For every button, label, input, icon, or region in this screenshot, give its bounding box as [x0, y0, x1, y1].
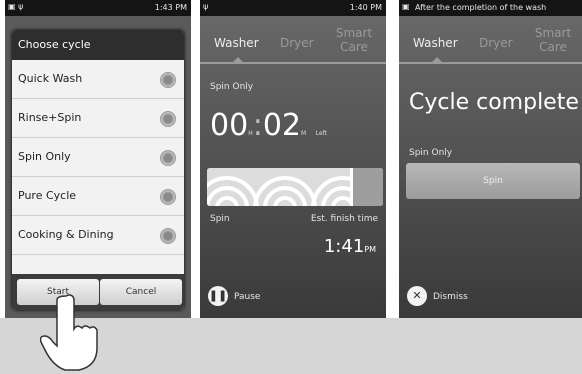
pause-icon[interactable]: ❚❚ — [208, 286, 228, 306]
notification-bar: ▣ After the completion of the wash — [399, 0, 582, 16]
radio-icon[interactable] — [160, 111, 176, 127]
finish-time-value: 1:41 — [323, 236, 365, 257]
tab-underline — [200, 62, 386, 64]
swirl-pattern-icon — [207, 168, 383, 206]
choose-cycle-screen: ▣ ψ 1:43 PM Choose cycle Quick Wash Rins… — [5, 0, 191, 318]
cycle-progress-bar — [207, 168, 383, 206]
tab-bar: Washer Dryer Smart Care — [399, 16, 582, 62]
status-time: 1:43 PM — [154, 3, 187, 12]
option-label: Pure Cycle — [18, 189, 77, 202]
tab-bar: Washer Dryer Smart Care — [200, 16, 386, 62]
cycle-name: Spin Only — [210, 82, 254, 92]
option-quick-wash[interactable]: Quick Wash — [12, 60, 184, 99]
minutes-unit: M — [301, 130, 307, 137]
cycle-name: Spin Only — [409, 148, 453, 158]
status-icons-left: ψ — [203, 2, 209, 11]
cycle-complete-screen: ▣ After the completion of the wash Washe… — [399, 0, 582, 318]
option-label: Rinse+Spin — [18, 111, 82, 124]
option-label: Cooking & Dining — [18, 228, 114, 241]
stage-label: Spin — [210, 214, 230, 224]
option-pure-cycle[interactable]: Pure Cycle — [12, 177, 184, 216]
tab-indicator — [232, 57, 244, 63]
notification-icon: ▣ — [402, 2, 410, 11]
pause-label[interactable]: Pause — [234, 292, 260, 302]
time-remaining: 00H:02M Left — [210, 108, 328, 143]
time-left-label: Left — [315, 130, 328, 137]
tab-underline — [399, 62, 582, 64]
tab-indicator — [431, 57, 443, 63]
status-bar: ψ 1:40 PM — [200, 0, 386, 16]
status-icons-left: ▣ ψ — [8, 2, 24, 11]
washer-running-screen: ψ 1:40 PM Washer Dryer Smart Care Spin O… — [200, 0, 386, 318]
option-label: Quick Wash — [18, 72, 83, 85]
tab-washer[interactable]: Washer — [214, 36, 259, 50]
tab-smart-care[interactable]: Smart Care — [334, 26, 374, 54]
dismiss-label[interactable]: Dismiss — [433, 292, 468, 302]
radio-icon[interactable] — [160, 72, 176, 88]
tab-smart-care[interactable]: Smart Care — [533, 26, 573, 54]
option-spin-only[interactable]: Spin Only — [12, 138, 184, 177]
option-rinse-spin[interactable]: Rinse+Spin — [12, 99, 184, 138]
cancel-button[interactable]: Cancel — [100, 279, 182, 305]
status-bar: ▣ ψ 1:43 PM — [5, 0, 191, 16]
status-time: 1:40 PM — [349, 3, 382, 12]
radio-icon[interactable] — [160, 189, 176, 205]
radio-icon[interactable] — [160, 228, 176, 244]
finish-ampm: PM — [364, 245, 376, 254]
est-finish-label: Est. finish time — [310, 214, 378, 224]
dismiss-icon[interactable]: ✕ — [407, 286, 427, 306]
notification-text: After the completion of the wash — [415, 3, 547, 12]
hours-value: 00 — [210, 108, 249, 143]
completed-stage-bar: Spin — [406, 163, 580, 199]
hand-pointer-icon — [40, 294, 98, 371]
finish-time: 1:41PM — [324, 236, 376, 257]
option-label: Spin Only — [18, 150, 71, 163]
radio-icon[interactable] — [160, 150, 176, 166]
cycle-complete-headline: Cycle complete — [409, 90, 579, 115]
tab-dryer[interactable]: Dryer — [479, 36, 513, 50]
choose-cycle-dialog: Choose cycle Quick Wash Rinse+Spin Spin … — [12, 30, 184, 310]
option-cooking-dining[interactable]: Cooking & Dining — [12, 216, 184, 255]
minutes-value: 02 — [262, 108, 301, 143]
tab-dryer[interactable]: Dryer — [280, 36, 314, 50]
dialog-title: Choose cycle — [12, 30, 184, 60]
tab-washer[interactable]: Washer — [413, 36, 458, 50]
